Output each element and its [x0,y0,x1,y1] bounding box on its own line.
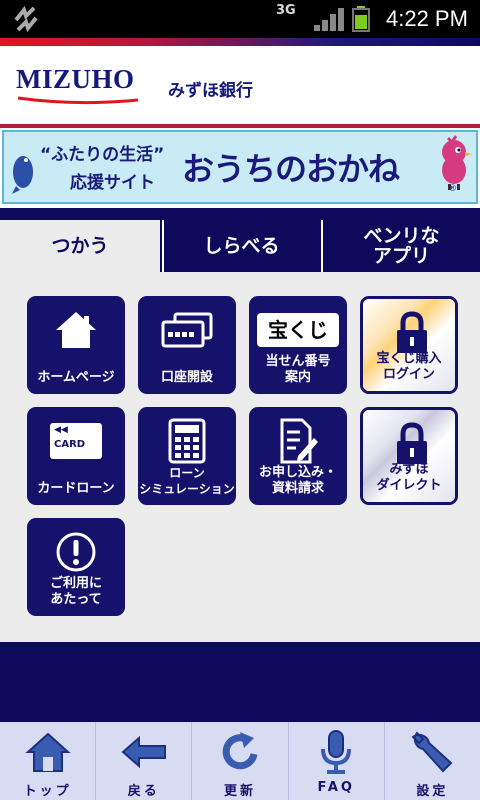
tile-label: カードローン [37,481,115,496]
tab-label: ベンリな アプリ [363,225,440,267]
tab-shiraberu[interactable]: しらべる [162,220,319,272]
category-tabs: つかう しらべる ベンリな アプリ [0,220,480,272]
bird-icon [12,156,33,194]
lottery-results-tile[interactable]: 宝くじ 当せん番号 案内 [249,296,347,394]
application-request-tile[interactable]: お申し込み・ 資料請求 [249,407,347,505]
logo-swoosh-icon [17,96,139,105]
back-button[interactable]: 戻る [96,722,193,800]
lock-icon [397,311,427,353]
network-type: 3G [276,3,296,18]
spacer [0,642,480,722]
toolbar-label: FAQ [317,780,355,795]
signal-icon [314,8,344,31]
bottom-toolbar: トップ 戻る 更新 FAQ 設定 [0,722,480,800]
tab-benri-na-apuri[interactable]: ベンリな アプリ [321,220,480,272]
tile-label: ローン シミュレーション [139,466,235,496]
tile-label: お申し込み・ 資料請求 [258,465,337,496]
registered-mark: ® [448,184,457,194]
app-header: MIZUHO みずほ銀行 [0,46,480,124]
document-edit-icon [280,418,318,464]
cards-icon [161,312,213,348]
bank-name: みずほ銀行 [168,81,253,101]
card-loan-tile[interactable]: ◀◀ CARD カードローン [27,407,125,505]
settings-button[interactable]: 設定 [385,722,480,800]
banner-title: おうちのおかね [182,150,400,188]
ouchi-no-okane-banner[interactable]: “ふたりの生活” 応援サイト おうちのおかね ® [2,130,478,204]
loan-simulation-tile[interactable]: ローン シミュレーション [138,407,236,505]
spacer [0,208,480,220]
toolbar-label: トップ [23,784,72,799]
home-icon [24,732,71,772]
brand-strip [0,38,480,46]
takarakuji-text: 宝くじ [268,318,328,342]
toolbar-label: 更新 [224,784,257,799]
lottery-purchase-login-tile[interactable]: 宝くじ購入 ログイン [360,296,458,394]
microphone-icon [321,730,352,774]
menu-grid: ホームページ 口座開設 宝くじ 当せん番号 案内 宝くじ購入 ログイン ◀◀ C… [0,272,480,642]
tab-label: しらべる [203,235,280,257]
bird-icon [442,135,472,190]
refresh-icon [222,732,258,770]
terms-of-use-tile[interactable]: ご利用に あたって [27,518,125,616]
tile-label: 口座開設 [160,370,213,385]
wrench-icon [411,731,453,773]
card-icon: ◀◀ CARD [50,423,102,459]
mizuho-logo[interactable]: MIZUHO [16,64,140,105]
banner-subtitle-1: “ふたりの生活” [40,145,165,165]
mizuho-direct-tile[interactable]: みずほ ダイレクト [360,407,458,505]
banner-area: “ふたりの生活” 応援サイト おうちのおかね ® [0,128,480,208]
sync-icon [14,6,38,32]
tile-label: 宝くじ購入 ログイン [376,351,442,382]
calculator-icon [168,418,206,464]
battery-icon [352,6,370,32]
toolbar-label: 戻る [127,784,160,799]
tab-tsukau[interactable]: つかう [0,220,160,272]
tab-label: つかう [51,235,109,257]
homepage-tile[interactable]: ホームページ [27,296,125,394]
home-icon [56,312,96,348]
logo-text: MIZUHO [16,64,135,94]
card-text: CARD [54,439,86,450]
top-button[interactable]: トップ [0,722,97,800]
toolbar-label: 設定 [416,784,449,799]
back-arrow-icon [121,735,166,769]
banner-subtitle-2: 応援サイト [70,173,155,193]
tile-label: 当せん番号 案内 [265,354,331,385]
tile-label: ホームページ [37,370,115,385]
faq-button[interactable]: FAQ [289,722,385,800]
info-icon [56,532,96,572]
tile-label: みずほ ダイレクト [376,462,442,493]
tile-label: ご利用に あたって [49,576,102,607]
account-opening-tile[interactable]: 口座開設 [138,296,236,394]
clock: 4:22 PM [386,6,468,31]
refresh-button[interactable]: 更新 [192,722,289,800]
lock-icon [397,422,427,464]
takarakuji-icon: 宝くじ [257,313,339,347]
status-bar: 3G 4:22 PM [0,0,480,38]
